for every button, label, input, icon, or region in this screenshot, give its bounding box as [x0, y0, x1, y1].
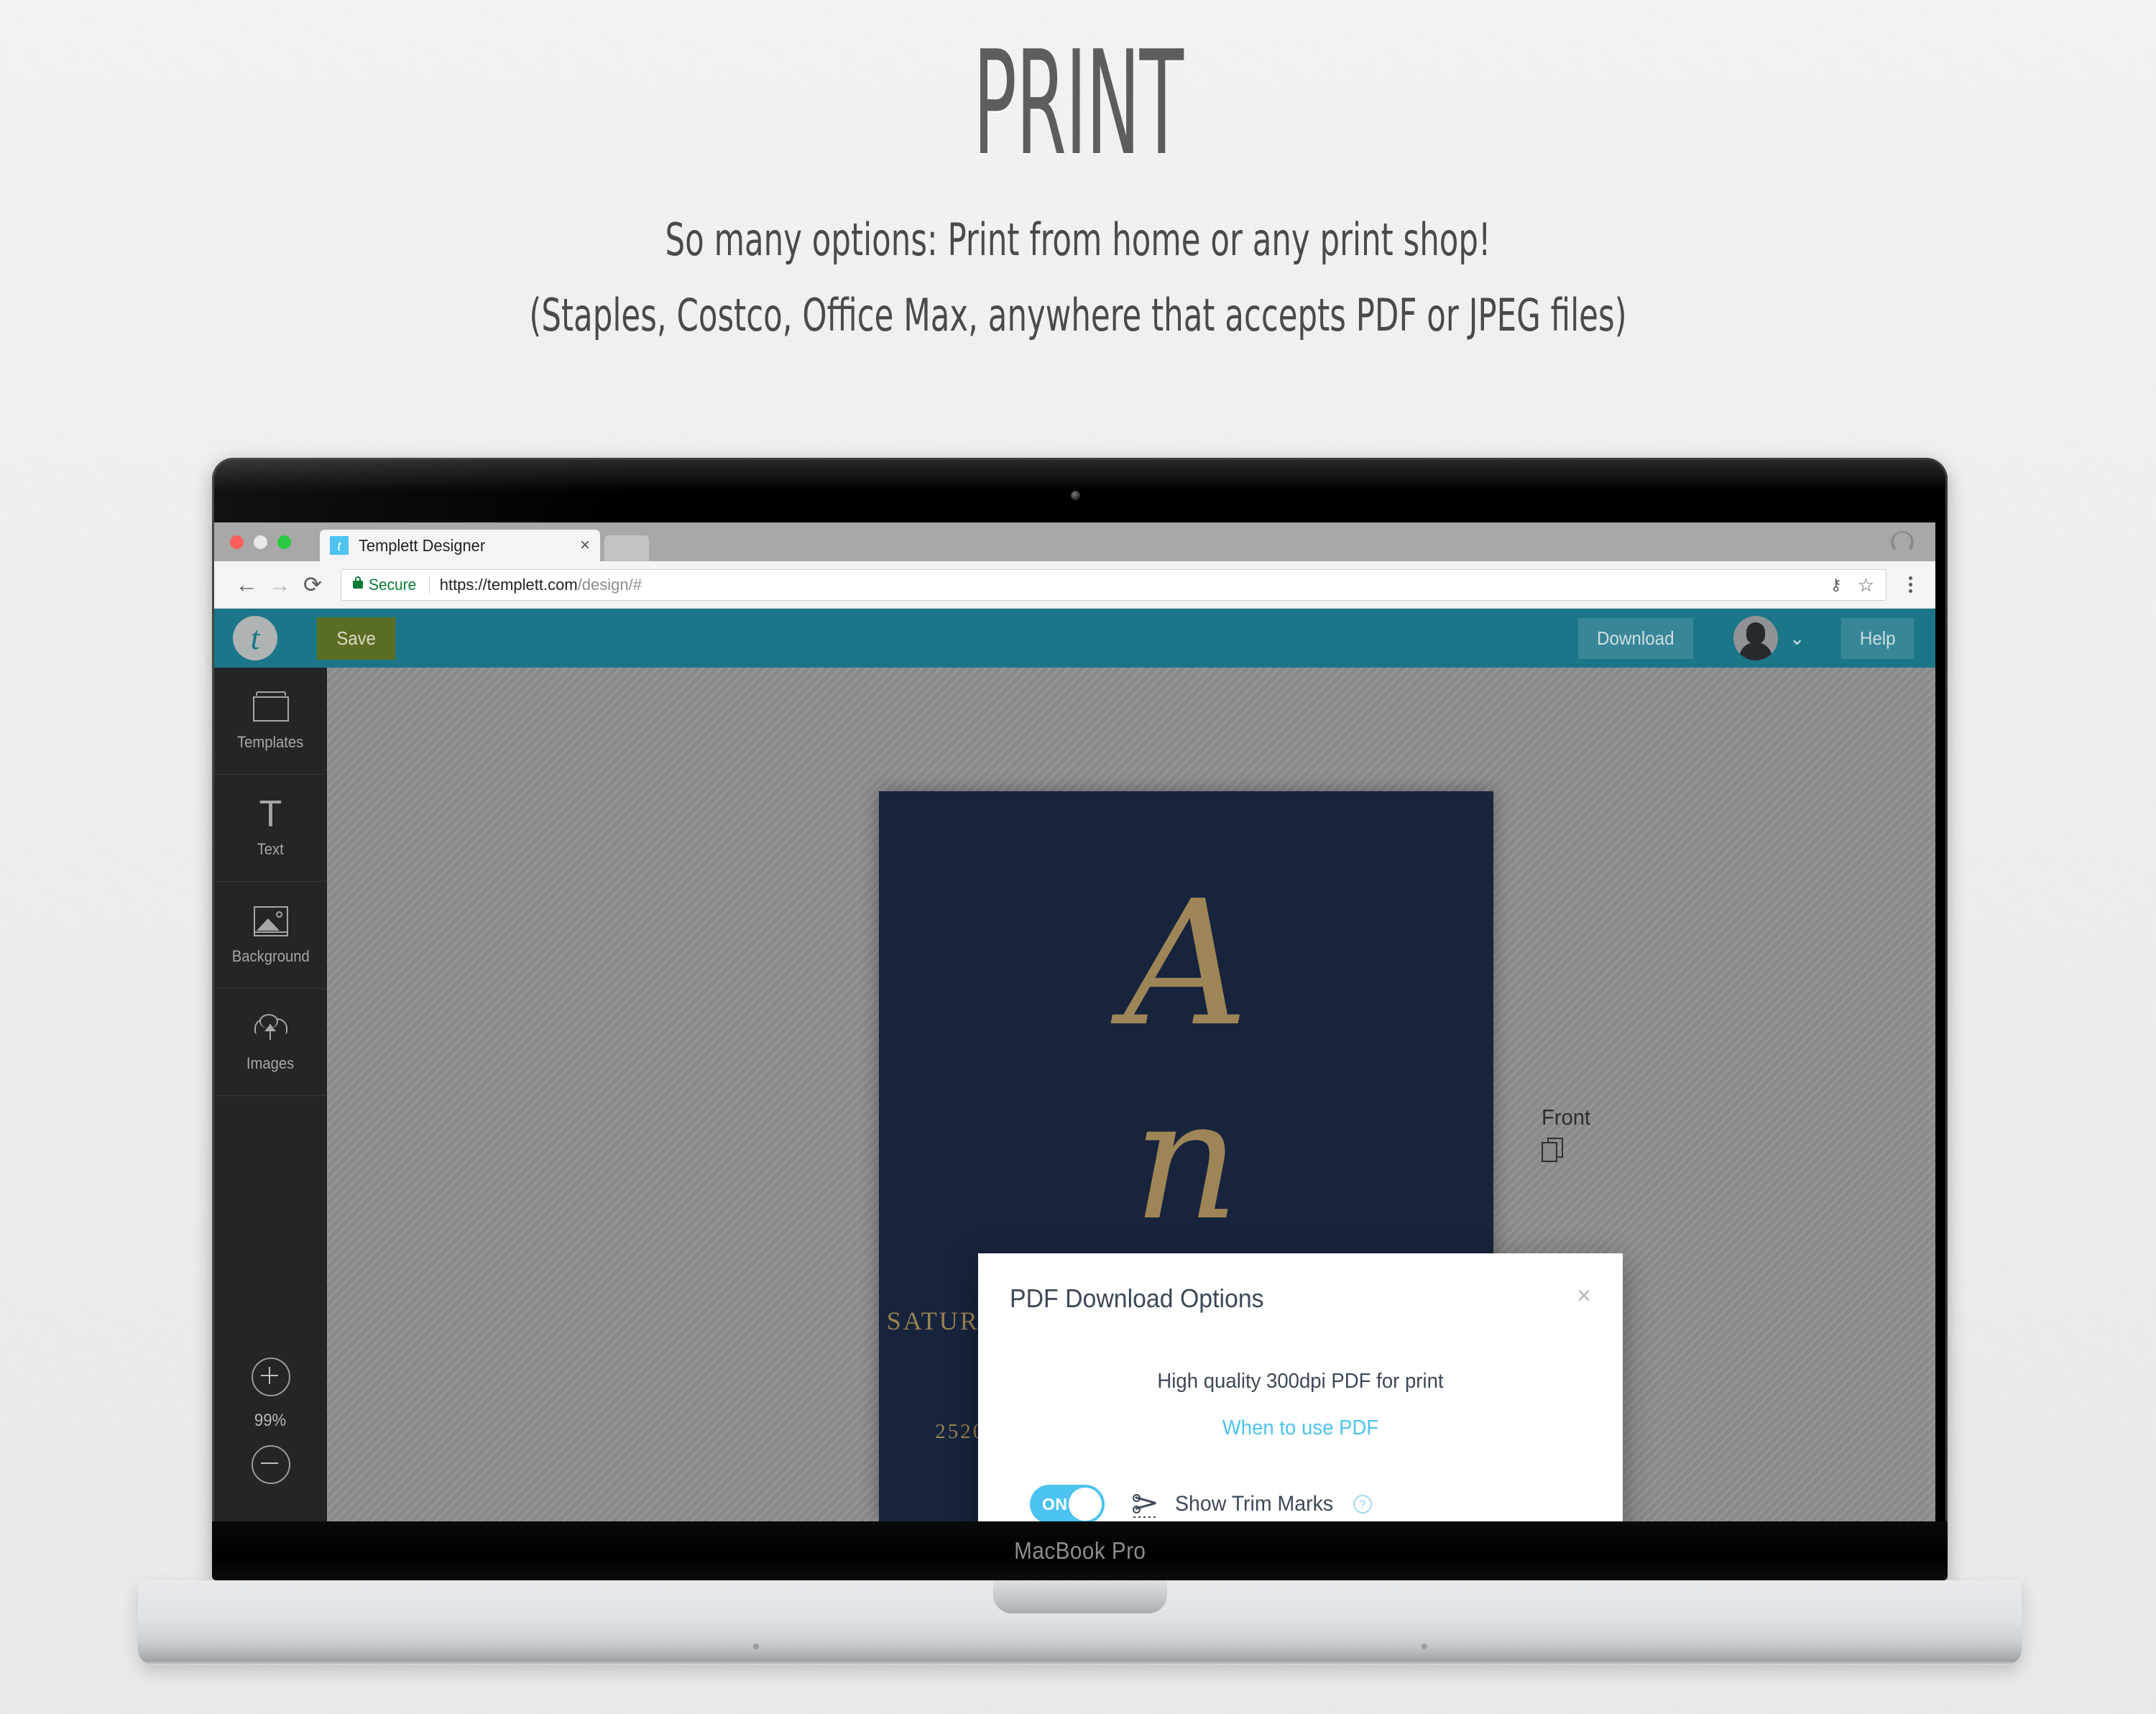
quality-description: High quality 300dpi PDF for print: [1157, 1370, 1444, 1393]
bookmark-star-icon[interactable]: ☆: [1858, 576, 1874, 594]
sidebar-item-images[interactable]: Images: [214, 989, 327, 1096]
close-window-button[interactable]: [230, 535, 244, 549]
minimize-window-button[interactable]: [254, 535, 267, 549]
show-trim-marks-label: Show Trim Marks: [1175, 1492, 1334, 1516]
browser-tab[interactable]: t Templett Designer ×: [320, 530, 600, 561]
forward-button[interactable]: →: [263, 573, 296, 596]
text-t-icon: T: [259, 793, 282, 835]
invitation-script-top: A: [1123, 863, 1249, 1064]
close-icon[interactable]: ×: [1577, 1284, 1591, 1308]
secure-label: Secure: [369, 575, 417, 594]
window-traffic-lights: [230, 535, 291, 549]
help-button[interactable]: Help: [1841, 617, 1915, 659]
browser-profile-icon[interactable]: [1891, 531, 1914, 556]
duplicate-pages-icon[interactable]: [1542, 1138, 1565, 1162]
pdf-download-options-dialog: PDF Download Options × High quality 300d…: [978, 1253, 1623, 1521]
lock-icon: [353, 576, 363, 589]
chevron-down-icon[interactable]: ⌄: [1789, 629, 1805, 648]
zoom-in-icon[interactable]: [251, 1358, 290, 1396]
omnibox-icons: ⚷ ☆: [1830, 576, 1874, 594]
reload-button[interactable]: ⟳: [296, 573, 329, 596]
laptop-foot-left: [753, 1644, 759, 1649]
page-title: PRINT: [973, 20, 1184, 188]
save-button[interactable]: Save: [316, 617, 396, 660]
sidebar-label-images: Images: [247, 1054, 295, 1072]
new-tab-button[interactable]: [604, 535, 649, 561]
modal-title: PDF Download Options: [1010, 1284, 1264, 1313]
omnibox-divider: [428, 576, 430, 594]
templett-designer-app: t Save Download ⌄ Help Templates T Text …: [214, 609, 1935, 1521]
laptop-foot-right: [1422, 1644, 1427, 1649]
sidebar-item-templates[interactable]: Templates: [214, 668, 327, 775]
hero-section: PRINT So many options: Print from home o…: [0, 30, 2156, 353]
show-trim-marks-toggle[interactable]: ON: [1030, 1485, 1105, 1521]
modal-body: High quality 300dpi PDF for print When t…: [978, 1314, 1623, 1521]
tab-title: Templett Designer: [359, 535, 486, 555]
sidebar-label-templates: Templates: [237, 733, 304, 751]
canvas-page-label-group: Front: [1542, 1105, 1593, 1162]
laptop-base-notch: [992, 1580, 1167, 1613]
when-to-use-pdf-link[interactable]: When to use PDF: [1024, 1416, 1577, 1440]
trim-marks-help-icon[interactable]: ?: [1353, 1495, 1372, 1513]
browser-window: t Templett Designer × ← → ⟳ Secure https…: [214, 522, 1935, 1521]
zoom-window-button[interactable]: [277, 535, 291, 549]
avatar-body: [1738, 642, 1772, 660]
zoom-level-label: 99%: [254, 1411, 287, 1430]
browser-toolbar: ← → ⟳ Secure https://templett.com /desig…: [214, 561, 1935, 609]
cloud-upload-icon: [252, 1011, 290, 1046]
laptop-base: [138, 1580, 2022, 1665]
scissors-icon: [1129, 1488, 1162, 1521]
close-tab-icon[interactable]: ×: [574, 537, 590, 554]
avatar[interactable]: [1733, 616, 1778, 660]
folder-icon: [252, 690, 290, 724]
sidebar: Templates T Text Background Images 99%: [214, 668, 327, 1521]
url-host: https://templett.com: [439, 575, 578, 594]
app-header: t Save Download ⌄ Help: [214, 609, 1935, 668]
toggle-knob: [1069, 1488, 1102, 1521]
front-page-label: Front: [1542, 1105, 1591, 1130]
modal-header: PDF Download Options ×: [978, 1253, 1623, 1314]
invitation-script-mid: n: [1133, 1065, 1240, 1257]
browser-menu-icon[interactable]: [1901, 576, 1920, 593]
zoom-out-icon[interactable]: [251, 1445, 290, 1484]
key-icon[interactable]: ⚷: [1830, 576, 1842, 594]
sidebar-label-background: Background: [231, 947, 310, 965]
avatar-head: [1746, 622, 1765, 644]
laptop-mockup: t Templett Designer × ← → ⟳ Secure https…: [138, 458, 2022, 1665]
sidebar-label-text: Text: [257, 840, 285, 858]
laptop-chin: MacBook Pro: [212, 1521, 1948, 1580]
address-bar[interactable]: Secure https://templett.com /design/# ⚷ …: [341, 568, 1886, 601]
sidebar-item-background[interactable]: Background: [214, 882, 327, 989]
webcam-icon: [1071, 491, 1080, 500]
laptop-screen: t Templett Designer × ← → ⟳ Secure https…: [214, 522, 1935, 1521]
favicon-templett-icon: t: [330, 536, 349, 555]
sidebar-item-text[interactable]: T Text: [214, 775, 327, 882]
hero-subtitle-line-1: So many options: Print from home or any …: [665, 213, 1491, 266]
trim-marks-row: ON Show Trim Marks ?: [1010, 1485, 1591, 1521]
header-download-button[interactable]: Download: [1578, 617, 1693, 659]
browser-tabstrip: t Templett Designer ×: [214, 522, 1935, 561]
macbook-pro-label: MacBook Pro: [1013, 1537, 1146, 1564]
trim-marks-toggle-state: ON: [1042, 1495, 1068, 1513]
image-icon: [252, 904, 290, 939]
back-button[interactable]: ←: [230, 573, 263, 596]
zoom-controls: 99%: [214, 1358, 327, 1521]
laptop-lid: t Templett Designer × ← → ⟳ Secure https…: [212, 458, 1948, 1580]
app-header-right: Download ⌄ Help: [1574, 616, 1917, 660]
hero-subtitle-line-2: (Staples, Costco, Office Max, anywhere t…: [529, 289, 1627, 341]
url-path: /design/#: [577, 575, 642, 594]
templett-logo-icon[interactable]: t: [233, 616, 277, 660]
